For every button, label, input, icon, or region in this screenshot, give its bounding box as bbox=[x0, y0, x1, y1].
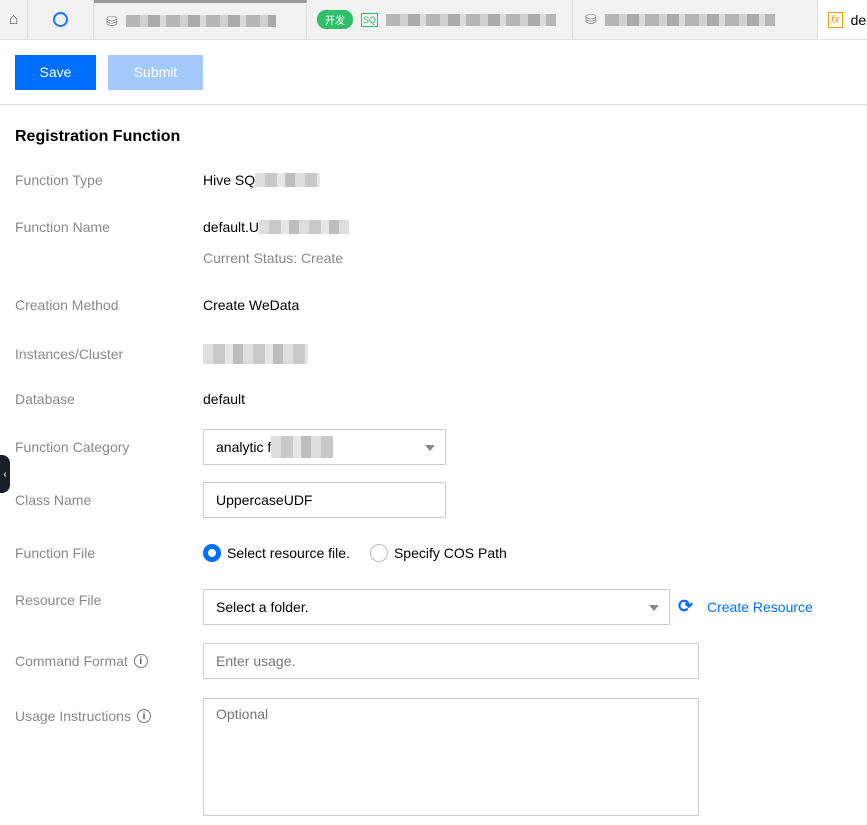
field-label: Usage Instructions bbox=[15, 708, 131, 724]
chevron-down-icon bbox=[649, 605, 659, 611]
refresh-icon[interactable]: ⟳ bbox=[678, 596, 693, 617]
collapse-sidebar-handle[interactable]: ‹ bbox=[0, 455, 10, 493]
tab-1[interactable]: ⛁ bbox=[94, 0, 307, 39]
database-value: default bbox=[203, 391, 246, 407]
creation-method-value: Create WeData bbox=[203, 297, 300, 313]
radio-label: Select resource file. bbox=[227, 545, 350, 561]
field-label: Command Format bbox=[15, 653, 128, 669]
tab-2[interactable]: 开发 SQ bbox=[307, 0, 573, 39]
search-tab[interactable] bbox=[28, 0, 94, 39]
function-icon: fx bbox=[828, 11, 843, 28]
submit-button[interactable]: Submit bbox=[108, 54, 203, 90]
database-icon: ⛁ bbox=[106, 12, 118, 29]
function-type-value: Hive SQ bbox=[203, 172, 256, 188]
class-name-input[interactable]: UppercaseUDF bbox=[203, 482, 446, 518]
field-label: Creation Method bbox=[15, 297, 119, 313]
field-label: Function Category bbox=[15, 439, 130, 455]
chevron-left-icon: ‹ bbox=[3, 468, 7, 480]
radio-cos-path[interactable]: Specify COS Path bbox=[369, 544, 507, 562]
search-icon bbox=[53, 12, 68, 27]
tab-3[interactable]: ⛁ bbox=[573, 0, 818, 39]
field-label: Class Name bbox=[15, 492, 92, 508]
function-category-select[interactable]: analytic f bbox=[203, 429, 446, 465]
sql-icon: SQ bbox=[361, 12, 379, 27]
database-icon: ⛁ bbox=[585, 11, 597, 27]
create-resource-link[interactable]: Create Resource bbox=[707, 599, 813, 615]
tab-bar: ⌂ ⛁ 开发 SQ ⛁ fx de bbox=[0, 0, 867, 40]
usage-instructions-textarea[interactable] bbox=[203, 698, 699, 816]
field-label: Function Name bbox=[15, 219, 110, 235]
field-label: Database bbox=[15, 391, 75, 407]
home-icon: ⌂ bbox=[8, 10, 19, 28]
home-tab[interactable]: ⌂ bbox=[0, 0, 28, 39]
toolbar: Save Submit bbox=[0, 40, 867, 105]
page-title: Registration Function bbox=[15, 128, 181, 145]
info-icon[interactable]: i bbox=[136, 709, 151, 723]
field-label: Instances/Cluster bbox=[15, 346, 124, 362]
field-label: Function Type bbox=[15, 172, 103, 188]
tab-label: de bbox=[850, 11, 867, 28]
info-icon[interactable]: i bbox=[133, 654, 148, 668]
radio-select-resource[interactable]: Select resource file. bbox=[203, 544, 350, 562]
function-name-value: default.U bbox=[203, 219, 260, 235]
select-value: analytic f bbox=[216, 439, 272, 455]
current-status: Current Status: Create bbox=[203, 250, 344, 266]
field-label: Resource File bbox=[15, 592, 102, 608]
dev-badge: 开发 bbox=[317, 10, 353, 29]
instances-value bbox=[203, 344, 308, 364]
chevron-down-icon bbox=[425, 445, 435, 451]
tab-active[interactable]: fx de bbox=[818, 0, 867, 39]
select-value: Select a folder. bbox=[216, 599, 309, 615]
field-label: Function File bbox=[15, 545, 96, 561]
radio-label: Specify COS Path bbox=[393, 545, 507, 561]
command-format-input[interactable] bbox=[203, 643, 699, 679]
resource-file-select[interactable]: Select a folder. bbox=[203, 589, 670, 625]
save-button[interactable]: Save bbox=[15, 54, 96, 90]
